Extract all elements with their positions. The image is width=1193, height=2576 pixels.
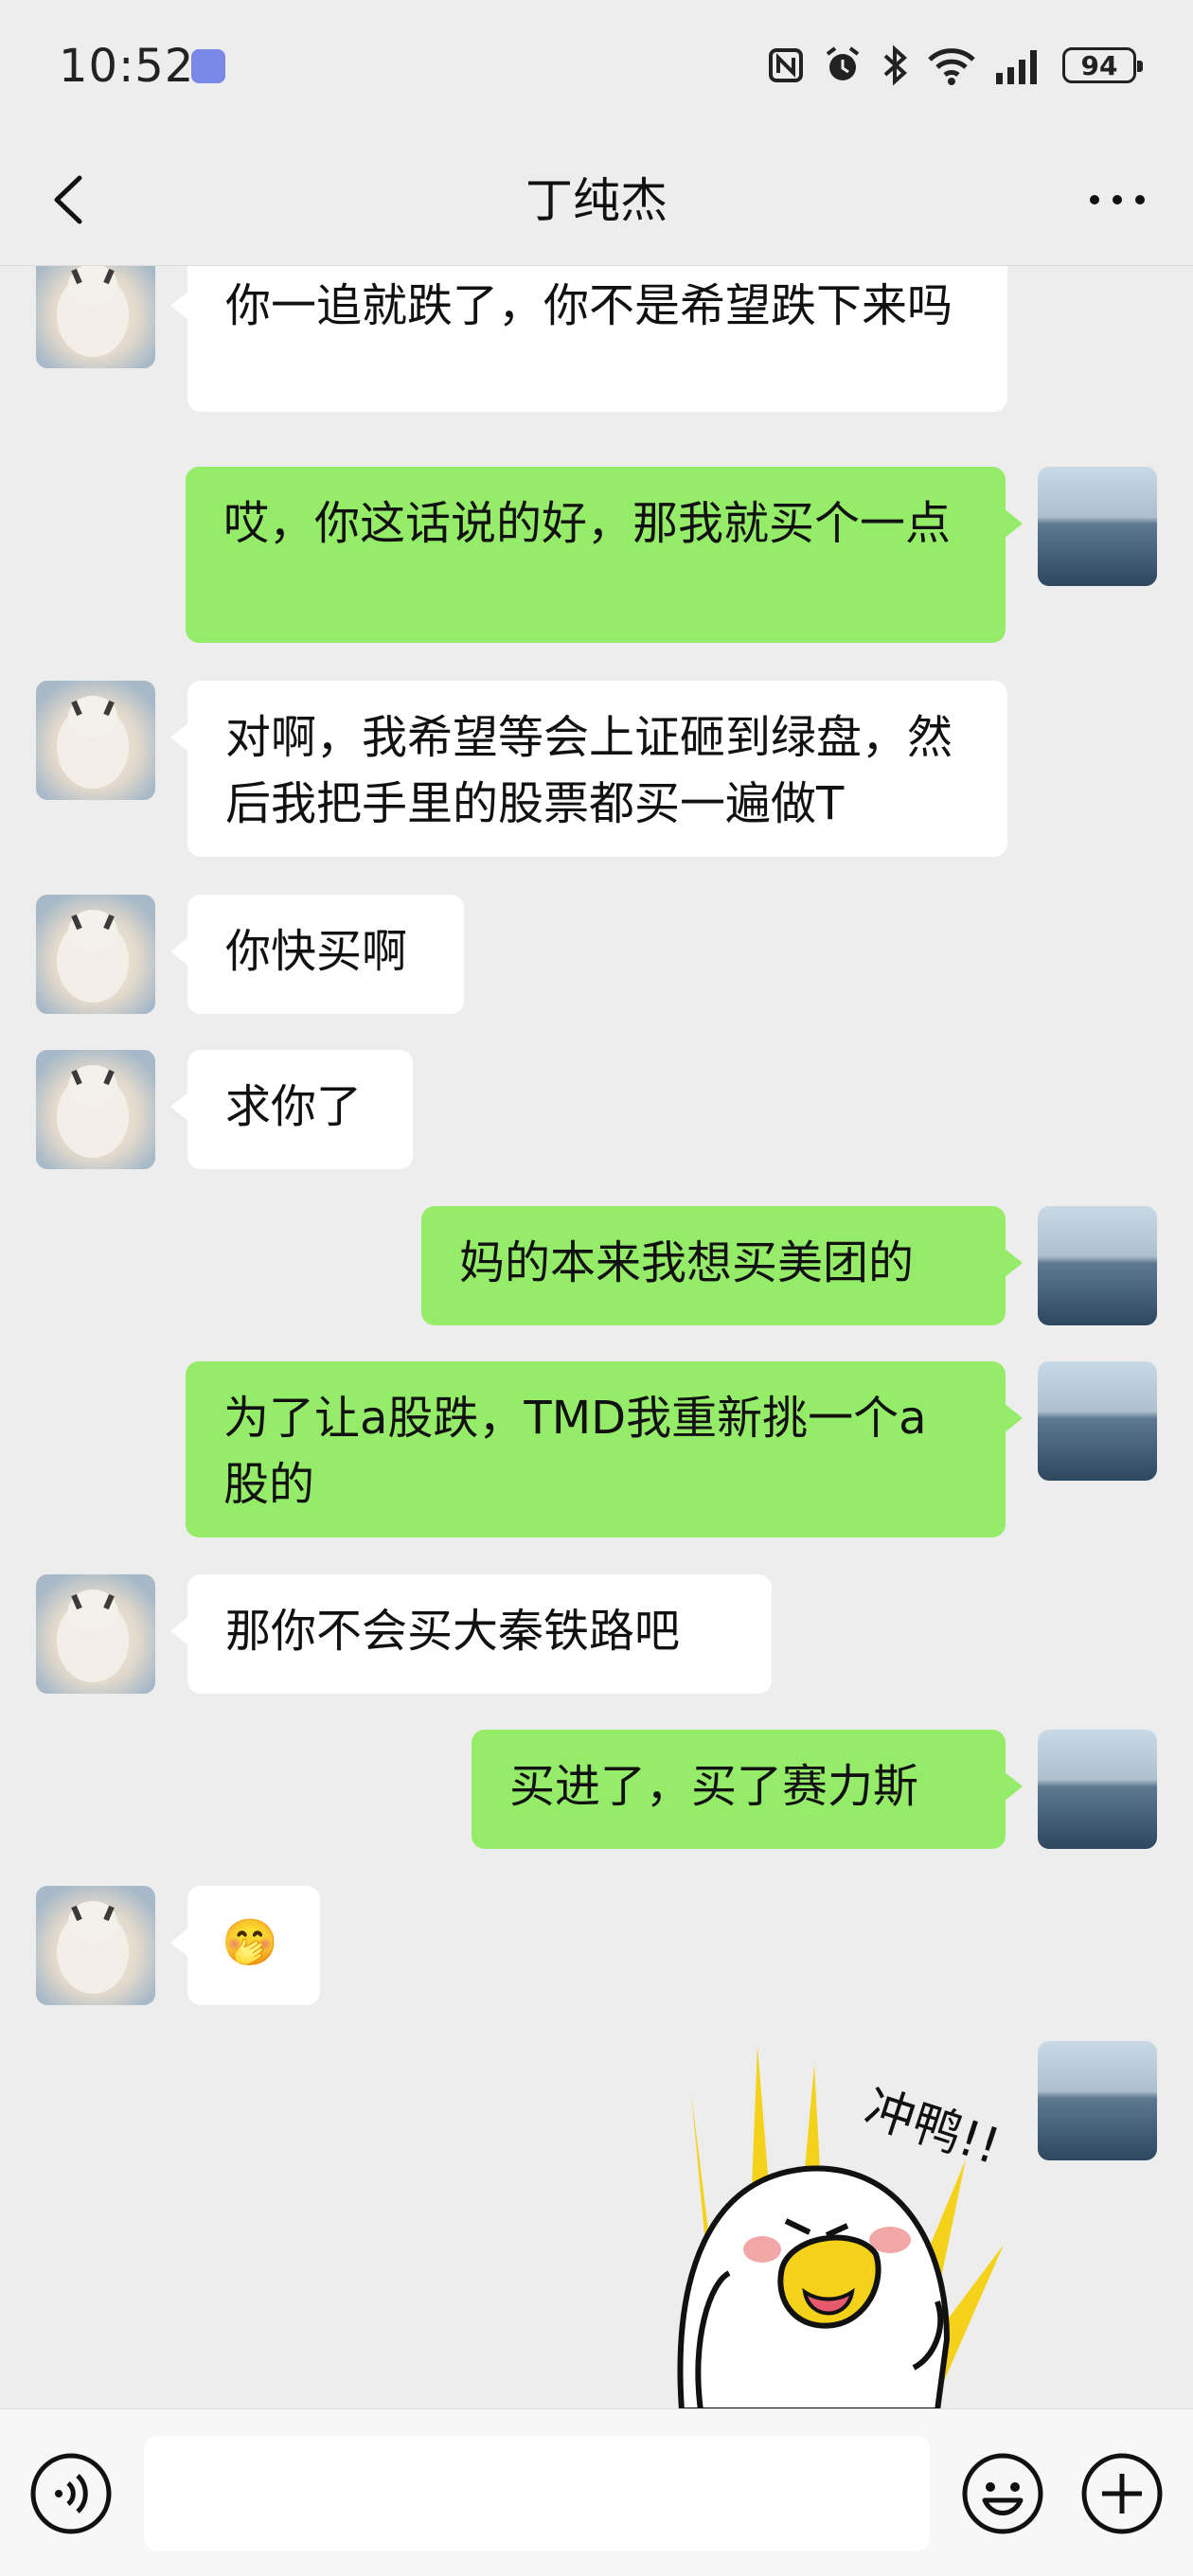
- message-text: 妈的本来我想买美团的: [459, 1236, 915, 1289]
- message-bubble-outgoing[interactable]: 为了让a股跌，TMD我重新挑一个a股的: [186, 1361, 1023, 1537]
- message-emoji: 🤭: [222, 1916, 278, 1969]
- status-icons: 94: [767, 44, 1143, 87]
- status-bar: 10:52 94: [0, 0, 1193, 142]
- input-bar: [0, 2408, 1193, 2576]
- battery-indicator: 94: [1062, 47, 1143, 83]
- self-avatar[interactable]: [1038, 1730, 1157, 1849]
- message-text: 为了让a股跌，TMD我重新挑一个a股的: [223, 1392, 927, 1511]
- self-avatar[interactable]: [1038, 467, 1157, 586]
- message-bubble-incoming[interactable]: 对啊，我希望等会上证砸到绿盘，然后我把手里的股票都买一遍做T: [170, 681, 1007, 857]
- message-bubble-outgoing[interactable]: 妈的本来我想买美团的: [421, 1206, 1023, 1325]
- self-avatar[interactable]: [1038, 2041, 1157, 2160]
- message-list[interactable]: 你一追就跌了，你不是希望跌下来吗 哎，你这话说的好，那我就买个一点 对啊，我希望…: [0, 266, 1193, 2408]
- contact-avatar[interactable]: [36, 1050, 155, 1169]
- wifi-icon: [928, 48, 975, 85]
- message-text: 你快买啊: [225, 925, 408, 978]
- message-bubble-incoming[interactable]: 你一追就跌了，你不是希望跌下来吗: [170, 266, 1007, 412]
- contact-avatar[interactable]: [36, 1574, 155, 1694]
- message-text: 求你了: [225, 1080, 363, 1133]
- self-avatar[interactable]: [1038, 1206, 1157, 1325]
- self-avatar[interactable]: [1038, 1361, 1157, 1481]
- clock: 10:52: [59, 40, 195, 93]
- app-notification-icon: [191, 49, 225, 83]
- message-bubble-incoming[interactable]: 那你不会买大秦铁路吧: [170, 1574, 772, 1694]
- message-bubble-outgoing[interactable]: 哎，你这话说的好，那我就买个一点: [186, 467, 1023, 643]
- message-input[interactable]: [144, 2436, 930, 2551]
- message-text: 你一追就跌了，你不是希望跌下来吗: [225, 279, 953, 332]
- contact-avatar[interactable]: [36, 895, 155, 1014]
- message-bubble-incoming[interactable]: 🤭: [170, 1886, 320, 2005]
- sticker-caption: 冲鸭!!: [858, 2079, 1006, 2176]
- message-bubble-incoming[interactable]: 求你了: [170, 1050, 413, 1169]
- message-text: 对啊，我希望等会上证砸到绿盘，然后我把手里的股票都买一遍做T: [225, 711, 953, 830]
- emoji-icon[interactable]: [960, 2451, 1045, 2536]
- message-text: 买进了，买了赛力斯: [509, 1760, 919, 1813]
- chat-title: 丁纯杰: [525, 173, 668, 228]
- message-text: 哎，你这话说的好，那我就买个一点: [223, 497, 952, 550]
- contact-avatar[interactable]: [36, 681, 155, 800]
- plus-icon[interactable]: [1079, 2451, 1165, 2536]
- voice-icon[interactable]: [28, 2451, 114, 2536]
- nfc-icon: [769, 48, 803, 82]
- message-bubble-outgoing[interactable]: 买进了，买了赛力斯: [472, 1730, 1023, 1849]
- contact-avatar[interactable]: [36, 1886, 155, 2005]
- signal-icon: [996, 50, 1037, 84]
- message-bubble-incoming[interactable]: 你快买啊: [170, 895, 464, 1014]
- alarm-icon: [826, 46, 860, 80]
- message-text: 那你不会买大秦铁路吧: [225, 1605, 681, 1658]
- chat-header: 丁纯杰: [0, 142, 1193, 266]
- contact-avatar[interactable]: [36, 266, 155, 368]
- duck-sticker[interactable]: 冲鸭!!: [653, 2036, 1013, 2408]
- more-icon[interactable]: [1079, 167, 1155, 233]
- bluetooth-icon: [883, 44, 907, 86]
